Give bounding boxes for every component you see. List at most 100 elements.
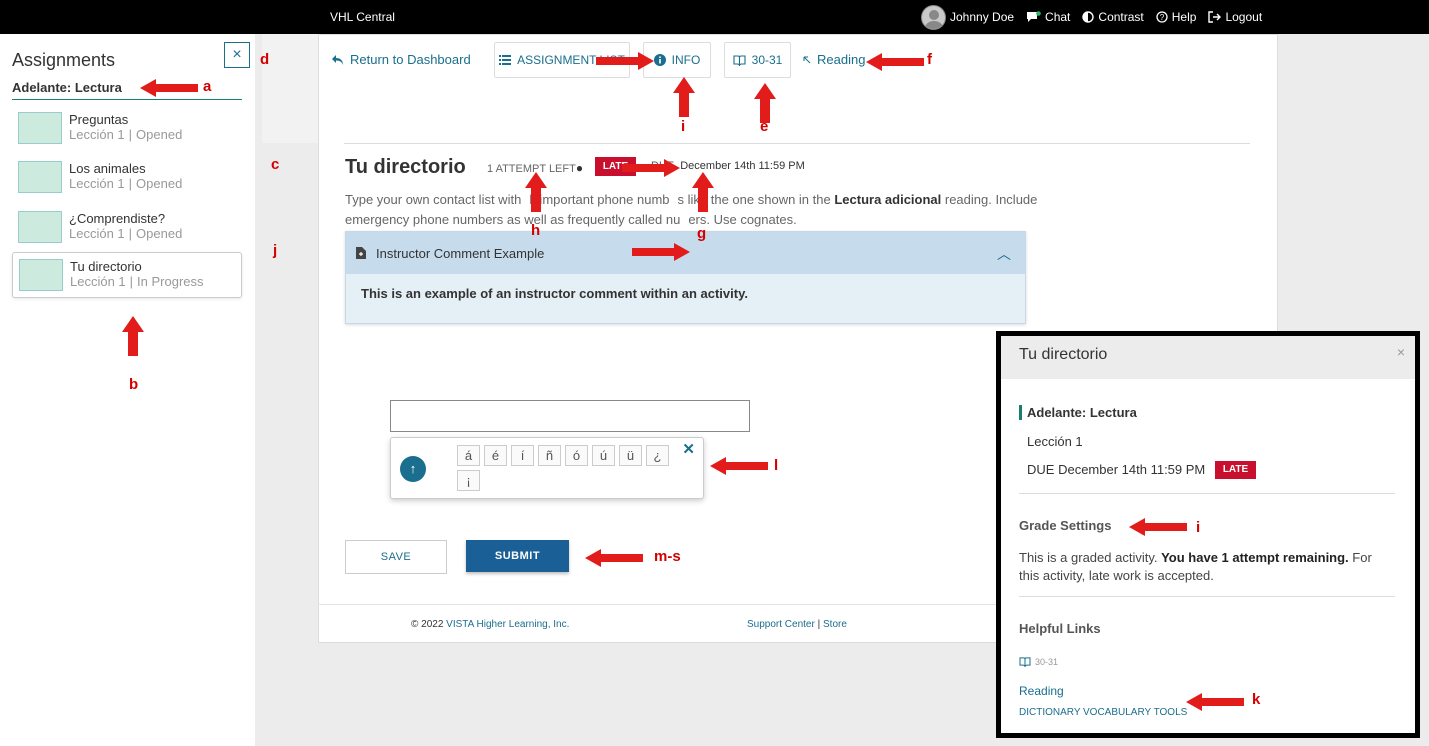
- accent-key[interactable]: é: [484, 445, 507, 466]
- annotation-label-d: d: [260, 51, 270, 68]
- submit-button[interactable]: SUBMIT: [466, 540, 569, 572]
- divider: [1019, 596, 1395, 597]
- info-due: DUE December 14th 11:59 PM: [1027, 462, 1206, 477]
- shift-arrow-icon[interactable]: ↑: [400, 456, 426, 482]
- assignment-meta: Lección 1 | In Progress: [70, 274, 204, 289]
- assignment-thumbnail: [18, 112, 62, 144]
- assignment-name: ¿Comprendiste?: [69, 211, 166, 226]
- annotation-label-k: k: [1252, 691, 1261, 708]
- accent-key[interactable]: ó: [565, 445, 588, 466]
- reading-label: Reading: [817, 52, 866, 67]
- attempts-left: 1 ATTEMPT LEFT●: [487, 161, 583, 175]
- divider: [1019, 493, 1395, 494]
- contrast-link[interactable]: Contrast: [1082, 10, 1144, 24]
- chat-icon: [1027, 10, 1041, 22]
- help-icon: ?: [1156, 11, 1168, 23]
- info-button[interactable]: INFO: [643, 42, 711, 78]
- sidebar-item-comprendiste[interactable]: ¿Comprendiste? Lección 1 | Opened: [12, 205, 242, 251]
- annotation-label-f: f: [927, 51, 932, 68]
- assignment-meta: Lección 1 | Opened: [69, 176, 183, 191]
- sidebar-close-button[interactable]: ×: [224, 42, 250, 68]
- grade-settings-text: This is a graded activity. You have 1 at…: [1019, 550, 1372, 583]
- assignment-name: Tu directorio: [70, 259, 142, 274]
- return-to-dashboard-link[interactable]: Return to Dashboard: [331, 52, 471, 67]
- info-panel-header: Tu directorio ×: [1001, 336, 1415, 379]
- annotation-label-c: c: [271, 156, 280, 173]
- user-menu[interactable]: Johnny Doe: [921, 4, 1015, 30]
- svg-text:?: ?: [1160, 13, 1165, 22]
- footer-links: Support Center | Store: [747, 619, 847, 630]
- annotation-label-l: l: [774, 457, 779, 474]
- accent-keys: á é í ñ ó ú ü ¿ ¡: [457, 445, 677, 491]
- accent-key[interactable]: í: [511, 445, 534, 466]
- accent-key[interactable]: ¡: [457, 470, 480, 491]
- pages-label: 30-31: [751, 53, 783, 67]
- activity-title: Tu directorio: [345, 156, 466, 178]
- info-late-badge: LATE: [1215, 461, 1256, 479]
- external-arrow-icon: [803, 56, 811, 63]
- comment-body: This is an example of an instructor comm…: [361, 286, 748, 301]
- user-name: Johnny Doe: [950, 10, 1015, 24]
- contrast-label: Contrast: [1098, 10, 1144, 24]
- brand-label[interactable]: VHL Central: [330, 10, 395, 24]
- support-center-link[interactable]: Support Center: [747, 619, 815, 630]
- assignment-list-button[interactable]: ASSIGNMENT LIST: [494, 42, 630, 78]
- document-icon: [356, 247, 366, 259]
- info-lesson: Lección 1: [1027, 434, 1083, 449]
- due-date: DUE December 14th 11:59 PM: [651, 160, 805, 172]
- info-label: INFO: [671, 53, 701, 67]
- chat-link[interactable]: Chat: [1026, 10, 1070, 24]
- attempts-label: 1 ATTEMPT LEFT: [487, 163, 576, 175]
- annotation-label-h: h: [531, 222, 541, 239]
- info-icon: [653, 54, 666, 66]
- vocabulary-tools-link[interactable]: VOCABULARY TOOLS: [1083, 707, 1187, 718]
- store-link[interactable]: Store: [823, 619, 847, 630]
- top-bar: VHL Central Johnny Doe Chat Contrast ? H…: [0, 0, 1429, 34]
- logout-link[interactable]: Logout: [1208, 10, 1262, 24]
- book-icon: [1019, 657, 1031, 667]
- accent-key[interactable]: ñ: [538, 445, 561, 466]
- accent-key[interactable]: á: [457, 445, 480, 466]
- header-divider: [344, 143, 1250, 144]
- company-link[interactable]: VISTA Higher Learning, Inc.: [446, 619, 569, 630]
- info-reading-link[interactable]: Reading: [1019, 684, 1064, 698]
- annotation-label-i2: i: [1196, 519, 1201, 536]
- annotation-label-e: e: [760, 118, 769, 135]
- sidebar-item-los-animales[interactable]: Los animales Lección 1 | Opened: [12, 155, 242, 201]
- reading-link[interactable]: Reading: [803, 52, 865, 67]
- logout-icon: [1208, 11, 1222, 23]
- list-icon: [499, 55, 512, 65]
- return-label: Return to Dashboard: [350, 52, 471, 67]
- chevron-up-icon[interactable]: ︿: [997, 244, 1011, 264]
- dictionary-link[interactable]: DICTIONARY: [1019, 707, 1081, 718]
- logout-label: Logout: [1225, 10, 1263, 24]
- grade-settings-heading: Grade Settings: [1019, 518, 1112, 533]
- top-bar-right: Johnny Doe Chat Contrast ? Help Logout: [921, 4, 1262, 30]
- assignment-name: Los animales: [69, 161, 146, 176]
- assignment-thumbnail: [18, 211, 62, 243]
- close-icon[interactable]: ×: [1397, 344, 1405, 360]
- close-icon[interactable]: ✕: [682, 440, 695, 458]
- sidebar-item-preguntas[interactable]: Preguntas Lección 1 | Opened: [12, 106, 242, 152]
- assignment-name: Preguntas: [69, 112, 129, 127]
- accent-key[interactable]: ú: [592, 445, 615, 466]
- instructor-comment-header[interactable]: Instructor Comment Example ︿: [346, 232, 1025, 274]
- return-arrow-icon: [332, 54, 343, 65]
- annotation-label-a: a: [203, 78, 212, 95]
- answer-input[interactable]: [390, 400, 750, 432]
- accent-key[interactable]: ¿: [646, 445, 669, 466]
- help-label: Help: [1171, 10, 1197, 24]
- accent-key[interactable]: ü: [619, 445, 642, 466]
- late-badge: LATE: [595, 157, 636, 176]
- sidebar-item-tu-directorio[interactable]: Tu directorio Lección 1 | In Progress: [12, 252, 242, 298]
- annotation-label-g: g: [697, 225, 707, 242]
- info-pages-link[interactable]: 30-31: [1019, 657, 1058, 667]
- book-icon: [733, 54, 746, 66]
- sidebar-title: Assignments: [12, 50, 116, 70]
- save-button[interactable]: SAVE: [345, 540, 447, 574]
- pages-button[interactable]: 30-31: [724, 42, 791, 78]
- assignment-thumbnail: [19, 259, 63, 291]
- contrast-icon: [1082, 11, 1095, 23]
- help-link[interactable]: ? Help: [1156, 10, 1197, 24]
- assignment-meta: Lección 1 | Opened: [69, 127, 183, 142]
